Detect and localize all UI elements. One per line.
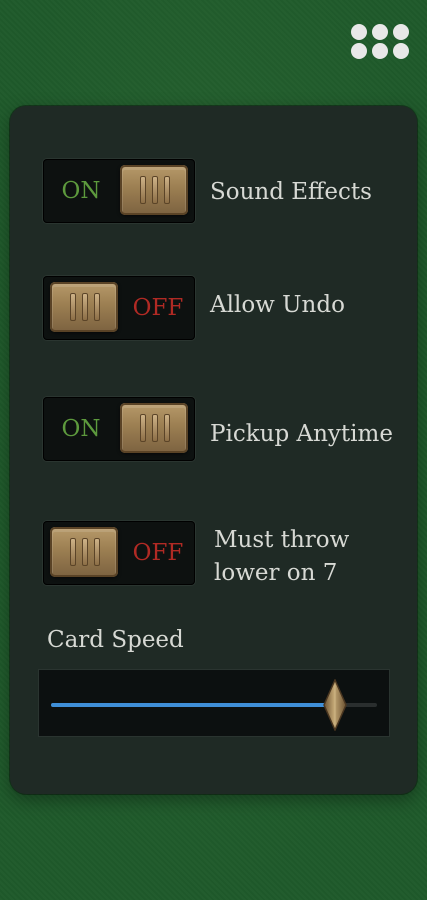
card-speed-slider[interactable]: [38, 669, 390, 737]
slider-fill: [51, 703, 335, 707]
grip-icon: [70, 293, 100, 321]
toggle-knob[interactable]: [120, 403, 188, 453]
settings-panel: ON Sound Effects OFF Allow Undo ON Picku…: [10, 106, 417, 794]
dot-icon: [372, 43, 388, 59]
dot-icon: [351, 24, 367, 40]
menu-grid-button[interactable]: [351, 24, 411, 62]
grip-icon: [70, 538, 100, 566]
allow-undo-toggle[interactable]: OFF: [43, 276, 195, 340]
toggle-state-off: OFF: [132, 295, 184, 321]
dot-icon: [372, 24, 388, 40]
dot-icon: [393, 24, 409, 40]
toggle-knob[interactable]: [50, 527, 118, 577]
toggle-knob[interactable]: [50, 282, 118, 332]
toggle-knob[interactable]: [120, 165, 188, 215]
card-speed-label: Card Speed: [47, 627, 184, 653]
toggle-state-on: ON: [61, 416, 101, 442]
toggle-state-on: ON: [61, 178, 101, 204]
must-throw-lower-toggle[interactable]: OFF: [43, 521, 195, 585]
toggle-state-off: OFF: [132, 540, 184, 566]
grip-icon: [140, 414, 170, 442]
pickup-anytime-label: Pickup Anytime: [210, 421, 393, 447]
must-throw-lower-label-line1: Must throw: [214, 527, 350, 553]
pickup-anytime-toggle[interactable]: ON: [43, 397, 195, 461]
must-throw-lower-label-line2: lower on 7: [214, 560, 338, 586]
slider-thumb-icon[interactable]: [322, 679, 348, 731]
dot-icon: [351, 43, 367, 59]
sound-effects-toggle[interactable]: ON: [43, 159, 195, 223]
grip-icon: [140, 176, 170, 204]
allow-undo-label: Allow Undo: [210, 292, 345, 318]
dot-icon: [393, 43, 409, 59]
sound-effects-label: Sound Effects: [210, 179, 372, 205]
